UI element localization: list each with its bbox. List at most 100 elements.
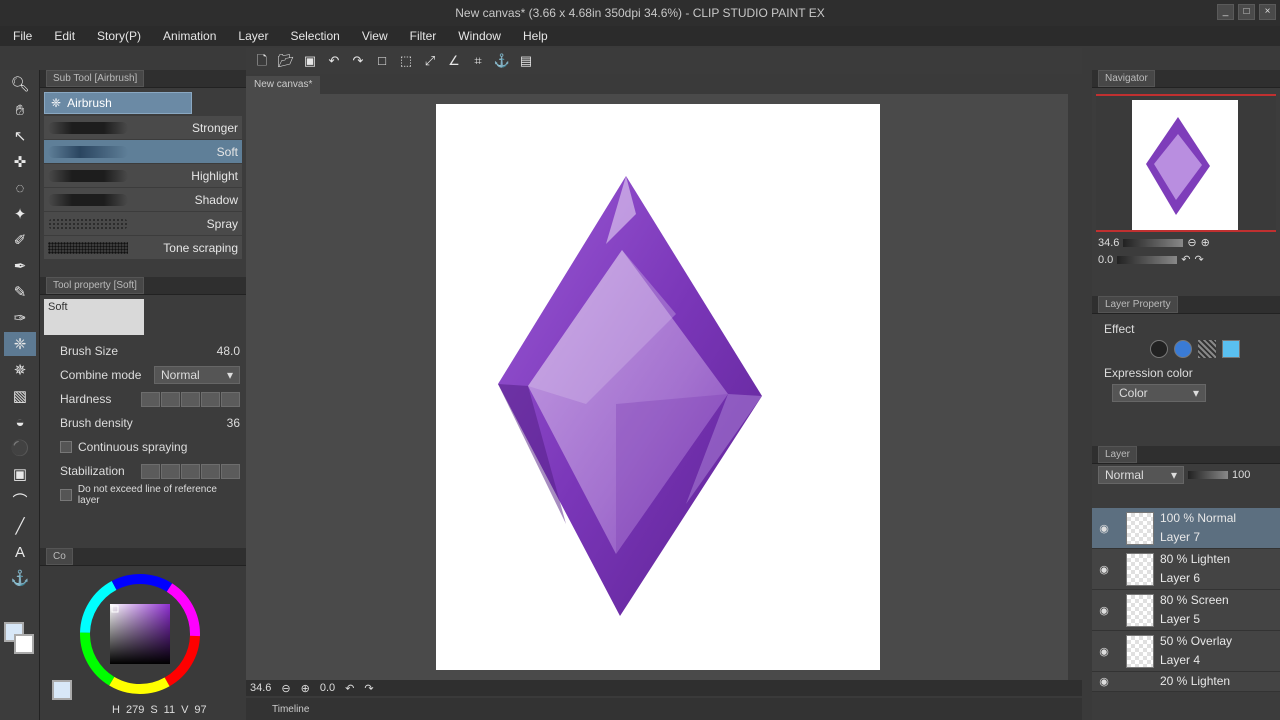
navigator-title[interactable]: Navigator: [1098, 70, 1155, 87]
zoom-in-icon[interactable]: ⊕: [301, 682, 310, 695]
layer-row[interactable]: ◉ 100 % Normal Layer 7: [1092, 508, 1280, 549]
navigator-angle-slider[interactable]: [1117, 255, 1178, 264]
rotate-right-icon[interactable]: ↷: [1195, 253, 1204, 266]
close-button[interactable]: ×: [1259, 4, 1276, 20]
zoom-out-icon[interactable]: ⊖: [281, 682, 290, 695]
open-file-icon[interactable]: 📂︎: [276, 51, 296, 71]
tool-property-title[interactable]: Tool property [Soft]: [46, 277, 144, 294]
reference-layer-checkbox[interactable]: [60, 489, 72, 501]
menu-file[interactable]: File: [0, 26, 41, 46]
save-icon[interactable]: ▣: [300, 51, 320, 71]
menu-filter[interactable]: Filter: [397, 26, 446, 46]
rotate-left-icon[interactable]: ↶: [345, 682, 354, 695]
gradient-tool-icon[interactable]: ▣: [4, 462, 36, 486]
brush-item-stronger[interactable]: Stronger: [44, 116, 242, 139]
continuous-spraying-checkbox[interactable]: [60, 441, 72, 453]
snap-ruler-icon[interactable]: ∠: [444, 51, 464, 71]
brush-item-soft[interactable]: Soft: [44, 140, 242, 163]
operation-tool-icon[interactable]: ↖: [4, 124, 36, 148]
undo-icon[interactable]: ↶: [324, 51, 344, 71]
effect-tone-icon[interactable]: [1198, 340, 1216, 358]
brush-density-row[interactable]: Brush density 36: [40, 411, 246, 435]
subtool-group-airbrush[interactable]: ❈ Airbrush: [44, 92, 192, 114]
layer-panel-title[interactable]: Layer: [1098, 446, 1138, 463]
brush-density-value[interactable]: 36: [227, 416, 240, 430]
menu-help[interactable]: Help: [510, 26, 557, 46]
rotate-right-icon[interactable]: ↷: [364, 682, 373, 695]
hardness-selector[interactable]: [141, 391, 240, 407]
text-tool-icon[interactable]: A: [4, 540, 36, 564]
stabilization-selector[interactable]: [141, 463, 240, 479]
brush-item-spray[interactable]: Spray: [44, 212, 242, 235]
layer-row[interactable]: ◉ 80 % Screen Layer 5: [1092, 590, 1280, 631]
zoom-out-icon[interactable]: ⊖: [1187, 236, 1196, 249]
brush-item-highlight[interactable]: Highlight: [44, 164, 242, 187]
airbrush-tool-icon[interactable]: ❈: [4, 332, 36, 356]
snap-special-icon[interactable]: ⚓: [492, 51, 512, 71]
blend-tool-icon[interactable]: ◒: [4, 410, 36, 434]
brush-item-tone-scraping[interactable]: Tone scraping: [44, 236, 242, 259]
maximize-button[interactable]: □: [1238, 4, 1255, 20]
angle-value[interactable]: 0.0: [320, 682, 335, 694]
figure-tool-icon[interactable]: ⌒: [4, 488, 36, 512]
lasso-tool-icon[interactable]: ◌: [4, 176, 36, 200]
zoom-tool-icon[interactable]: 🔍︎: [4, 72, 36, 96]
pen-tool-icon[interactable]: ✒: [4, 254, 36, 278]
expression-color-select[interactable]: Color ▾: [1112, 384, 1206, 402]
layer-row[interactable]: ◉ 80 % Lighten Layer 6: [1092, 549, 1280, 590]
eye-icon[interactable]: ◉: [1092, 563, 1116, 576]
eraser-tool-icon[interactable]: ▧: [4, 384, 36, 408]
menu-window[interactable]: Window: [445, 26, 510, 46]
minimize-button[interactable]: _: [1217, 4, 1234, 20]
new-file-icon[interactable]: 🗋︎: [252, 51, 272, 71]
selection-icon[interactable]: ⬚: [396, 51, 416, 71]
eye-icon[interactable]: ◉: [1092, 675, 1116, 688]
hand-tool-icon[interactable]: ✋︎: [4, 98, 36, 122]
layer-property-title[interactable]: Layer Property: [1098, 296, 1178, 313]
color-wheel-tab[interactable]: Co: [46, 548, 73, 565]
settings-dropdown-icon[interactable]: ▤: [516, 51, 536, 71]
eye-icon[interactable]: ◉: [1092, 645, 1116, 658]
eye-icon[interactable]: ◉: [1092, 522, 1116, 535]
layer-row[interactable]: ◉ 50 % Overlay Layer 4: [1092, 631, 1280, 672]
brush-tool-icon[interactable]: ✑: [4, 306, 36, 330]
effect-border-icon[interactable]: [1150, 340, 1168, 358]
opacity-value[interactable]: 100: [1232, 469, 1250, 481]
menu-edit[interactable]: Edit: [41, 26, 84, 46]
zoom-in-icon[interactable]: ⊕: [1201, 236, 1210, 249]
clear-icon[interactable]: □: [372, 51, 392, 71]
opacity-slider[interactable]: [1188, 471, 1228, 479]
navigator-view[interactable]: [1096, 94, 1276, 232]
effect-color-icon[interactable]: [1174, 340, 1192, 358]
zoom-value[interactable]: 34.6: [250, 682, 271, 694]
blend-mode-select[interactable]: Normal ▾: [1098, 466, 1184, 484]
decoration-tool-icon[interactable]: ✵: [4, 358, 36, 382]
continuous-spraying-row[interactable]: Continuous spraying: [40, 435, 246, 459]
brush-item-shadow[interactable]: Shadow: [44, 188, 242, 211]
navigator-angle-value[interactable]: 0.0: [1098, 254, 1113, 266]
canvas-tab[interactable]: New canvas*: [246, 76, 321, 94]
menu-story[interactable]: Story(P): [84, 26, 150, 46]
navigator-zoom-value[interactable]: 34.6: [1098, 237, 1119, 249]
eye-icon[interactable]: ◉: [1092, 604, 1116, 617]
effect-layer-color-icon[interactable]: [1222, 340, 1240, 358]
canvas-paper[interactable]: [436, 104, 880, 670]
menu-view[interactable]: View: [349, 26, 397, 46]
redo-icon[interactable]: ↷: [348, 51, 368, 71]
snap-grid-icon[interactable]: ⌗: [468, 51, 488, 71]
sub-color-swatch[interactable]: [14, 634, 34, 654]
timeline-bar[interactable]: Timeline: [246, 698, 1082, 720]
navigator-zoom-slider[interactable]: [1123, 238, 1184, 247]
canvas-area[interactable]: [246, 94, 1068, 680]
balloon-tool-icon[interactable]: ⚓: [4, 566, 36, 590]
menu-selection[interactable]: Selection: [277, 26, 348, 46]
menu-layer[interactable]: Layer: [225, 26, 277, 46]
fill-tool-icon[interactable]: ⚫: [4, 436, 36, 460]
menu-animation[interactable]: Animation: [150, 26, 225, 46]
move-layer-tool-icon[interactable]: ✜: [4, 150, 36, 174]
line-tool-icon[interactable]: ╱: [4, 514, 36, 538]
layer-row[interactable]: ◉ 20 % Lighten: [1092, 672, 1280, 692]
eyedropper-tool-icon[interactable]: ✐: [4, 228, 36, 252]
combine-mode-select[interactable]: Normal ▾: [154, 366, 240, 384]
color-main-swatch[interactable]: [52, 680, 72, 700]
